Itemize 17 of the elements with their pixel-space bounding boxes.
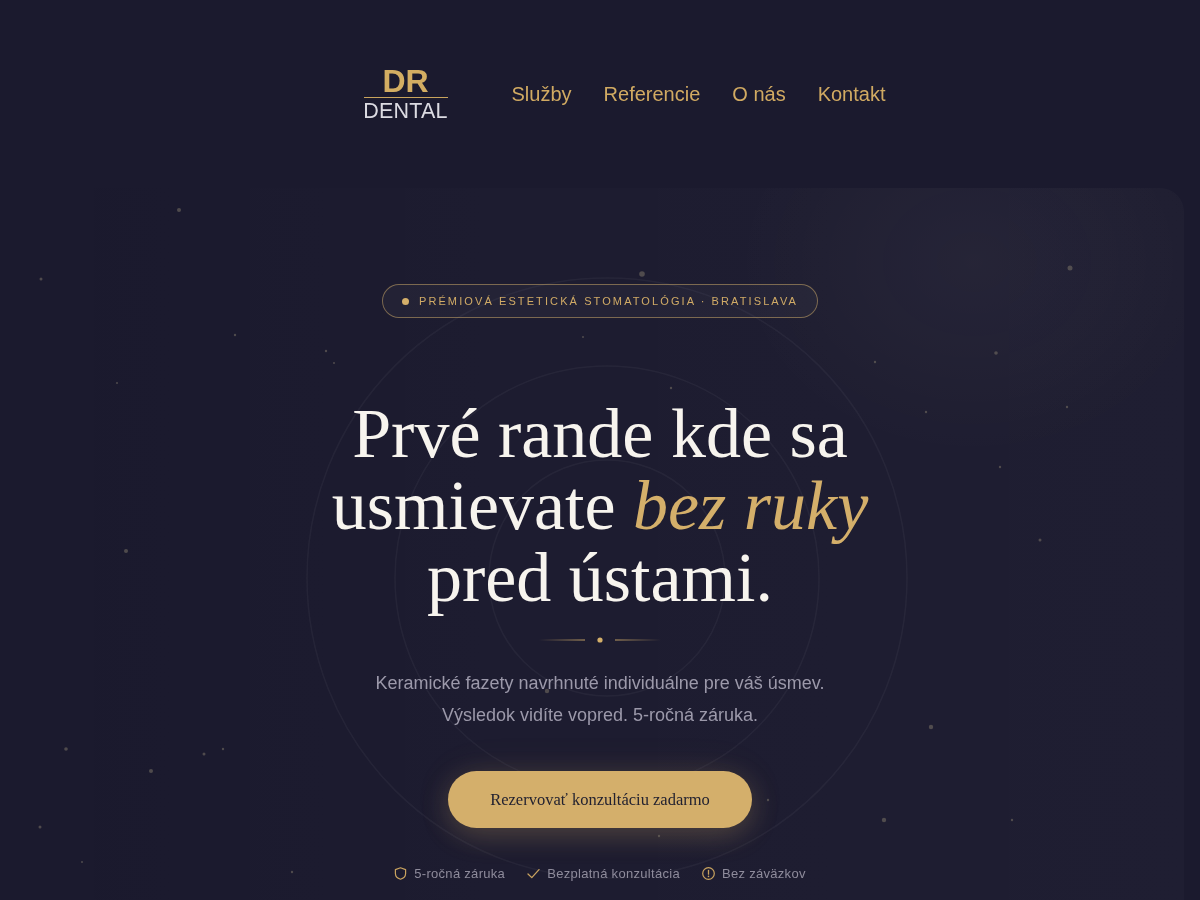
dot-icon (401, 297, 409, 305)
trust-label: 5-ročná záruka (414, 866, 506, 881)
alert-circle-icon (701, 867, 715, 880)
logo-monogram: DR (382, 67, 429, 95)
book-consultation-button[interactable]: Rezervovať konzultáciu zadarmo (448, 771, 752, 828)
nav-link[interactable]: Kontakt (817, 82, 886, 106)
trust-label: Bezplatná konzultácia (547, 866, 680, 881)
logo-wordmark: DENTAL (363, 101, 448, 121)
hero-heading: Prvé rande kde sa usmievate bez ruky pred ústami. (331, 398, 869, 614)
nav-link[interactable]: Služby (511, 82, 572, 106)
nav-link[interactable]: Referencie (603, 82, 701, 106)
trust-label: Bez záväzkov (721, 866, 806, 881)
check-icon (527, 867, 541, 880)
badge-text: PRÉMIOVÁ ESTETICKÁ STOMATOLÓGIA · BRATISLAVA (418, 295, 799, 307)
nav-link[interactable]: O nás (732, 82, 786, 106)
shield-icon (394, 867, 408, 880)
hero-subtitle: Keramické fazety navrhnuté individuálne pre váš úsmev. Výsledok vidíte vopred. 5-ročná záruka. (375, 672, 825, 727)
